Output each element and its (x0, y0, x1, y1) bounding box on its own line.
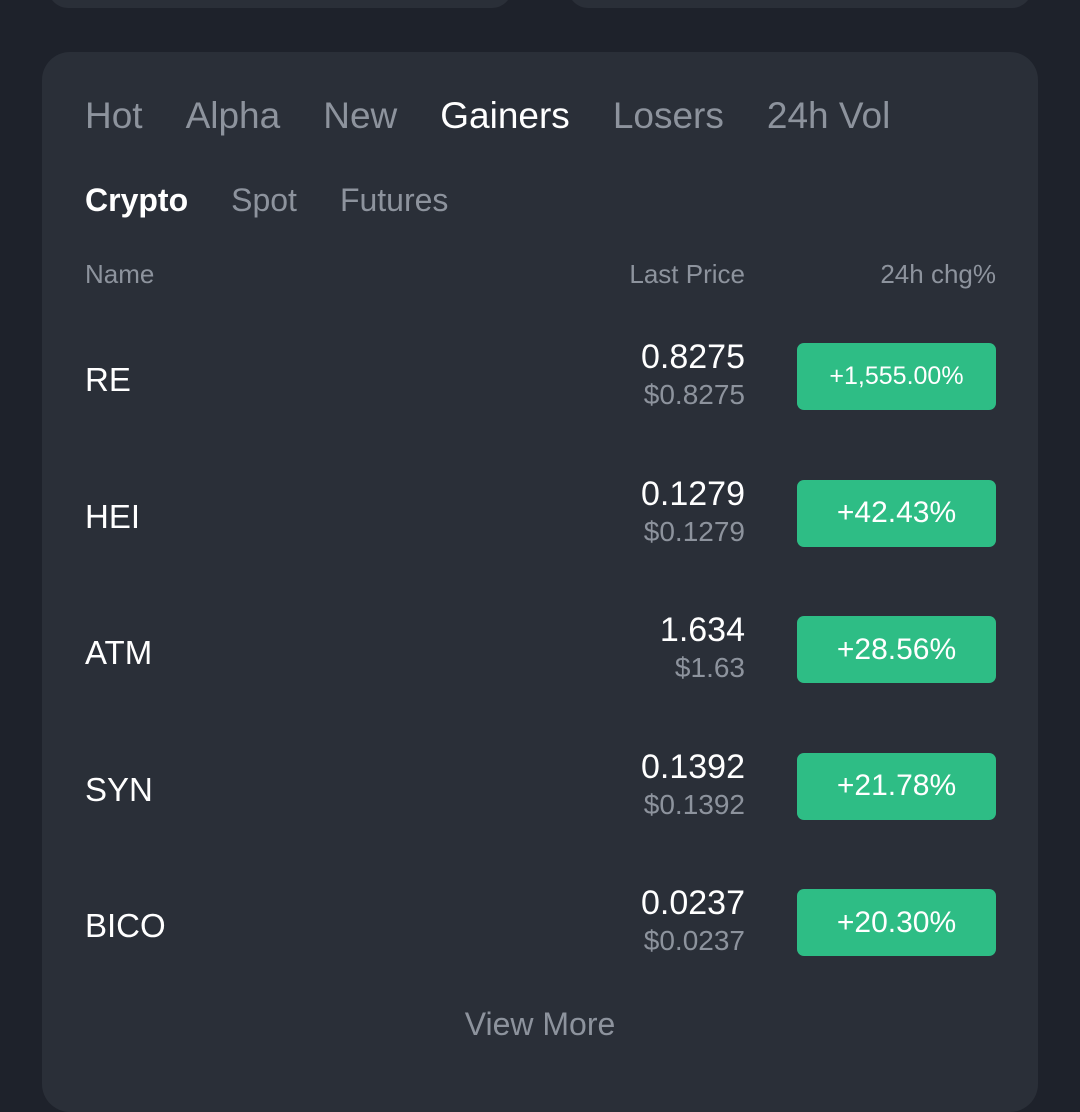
market-tabs: Hot Alpha New Gainers Losers 24h Vol (85, 92, 933, 140)
row-price-value: 0.0237 (641, 884, 745, 922)
market-row-re[interactable]: RE 0.8275 $0.8275 +1,555.00% (42, 310, 1038, 447)
row-price-usd: $0.1392 (643, 788, 745, 820)
column-header-24h-change[interactable]: 24h chg% (880, 258, 996, 290)
subtab-crypto[interactable]: Crypto (85, 180, 188, 220)
top-card-right[interactable] (568, 0, 1032, 8)
tab-alpha[interactable]: Alpha (186, 92, 281, 140)
row-last-price: 0.0237 $0.0237 (641, 882, 745, 958)
row-price-usd: $0.8275 (643, 379, 745, 410)
subtab-futures[interactable]: Futures (340, 180, 448, 220)
market-row-atm[interactable]: ATM 1.634 $1.63 +28.56% (42, 583, 1038, 720)
row-price-value: 1.634 (659, 611, 745, 649)
row-last-price: 0.8275 $0.8275 (641, 336, 745, 412)
row-price-value: 0.8275 (641, 338, 745, 376)
market-list: RE 0.8275 $0.8275 +1,555.00% HEI 0.1279 … (42, 310, 1038, 993)
row-symbol: SYN (85, 770, 153, 808)
row-change-badge: +21.78% (797, 752, 996, 820)
subtab-spot[interactable]: Spot (231, 180, 297, 220)
top-card-left[interactable] (48, 0, 512, 8)
row-change-badge: +28.56% (797, 616, 996, 683)
row-symbol: ATM (85, 634, 153, 671)
row-change-badge: +20.30% (797, 889, 996, 956)
market-panel: Hot Alpha New Gainers Losers 24h Vol Cry… (42, 52, 1038, 1112)
row-price-usd: $1.63 (674, 652, 745, 683)
row-change-badge: +42.43% (797, 479, 996, 547)
row-price-usd: $0.0237 (643, 925, 745, 956)
row-symbol: BICO (85, 907, 166, 944)
row-price-value: 0.1392 (641, 747, 745, 786)
tab-hot[interactable]: Hot (85, 92, 143, 140)
row-price-value: 0.1279 (641, 474, 745, 513)
market-row-syn[interactable]: SYN 0.1392 $0.1392 +21.78% (42, 720, 1038, 857)
column-header-last-price[interactable]: Last Price (629, 258, 745, 290)
column-header-name[interactable]: Name (85, 258, 154, 290)
row-symbol: RE (85, 361, 131, 398)
row-last-price: 0.1392 $0.1392 (641, 746, 745, 822)
tab-gainers[interactable]: Gainers (440, 92, 570, 140)
row-price-usd: $0.1279 (643, 515, 745, 547)
tab-24h-vol[interactable]: 24h Vol (767, 92, 890, 140)
row-symbol: HEI (85, 497, 141, 535)
market-row-hei[interactable]: HEI 0.1279 $0.1279 +42.43% (42, 447, 1038, 584)
tab-new[interactable]: New (323, 92, 397, 140)
market-subtabs: Crypto Spot Futures (85, 180, 491, 220)
view-more-link[interactable]: View More (42, 1004, 1038, 1044)
row-last-price: 1.634 $1.63 (660, 609, 745, 685)
tab-losers[interactable]: Losers (613, 92, 724, 140)
row-last-price: 0.1279 $0.1279 (641, 473, 745, 549)
row-change-badge: +1,555.00% (797, 343, 996, 410)
market-row-bico[interactable]: BICO 0.0237 $0.0237 +20.30% (42, 856, 1038, 993)
